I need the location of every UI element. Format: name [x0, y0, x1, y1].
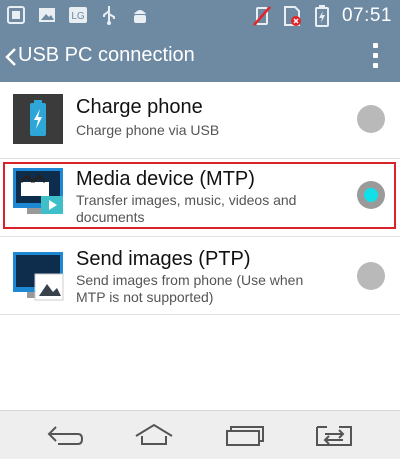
divider — [0, 158, 400, 159]
radio-send-images[interactable] — [357, 262, 385, 290]
status-bar: LG 07:51 — [0, 0, 400, 32]
notification-icons: LG — [6, 6, 150, 25]
option-subtitle: Charge phone via USB — [76, 122, 220, 138]
usb-icon — [99, 6, 119, 25]
notification-square-icon — [6, 6, 26, 24]
overflow-menu-icon[interactable] — [372, 43, 380, 71]
send-images-icon — [13, 250, 64, 301]
navigation-bar — [0, 410, 400, 459]
back-button-icon[interactable] — [42, 419, 86, 451]
no-sim-icon — [282, 6, 302, 26]
back-chevron-icon[interactable] — [4, 46, 18, 68]
lg-icon: LG — [68, 6, 88, 24]
selection-highlight-box — [3, 162, 396, 229]
home-button-icon[interactable] — [132, 419, 176, 451]
mute-icon — [252, 6, 272, 26]
battery-charging-icon — [312, 5, 332, 27]
option-send-images[interactable]: Send images (PTP) Send images from phone… — [0, 238, 400, 316]
lg-icon-label: LG — [71, 11, 85, 22]
option-charge-phone[interactable]: Charge phone Charge phone via USB — [0, 82, 400, 160]
divider — [0, 236, 400, 237]
action-bar: USB PC connection — [0, 32, 400, 82]
charge-phone-icon — [13, 94, 63, 144]
dual-window-button-icon[interactable] — [312, 419, 356, 451]
page-title: USB PC connection — [18, 44, 195, 66]
clock: 07:51 — [341, 5, 392, 26]
android-debug-icon — [130, 6, 150, 24]
option-title: Charge phone — [76, 96, 203, 118]
system-status: 07:51 — [252, 5, 392, 27]
divider — [0, 314, 400, 315]
option-title: Send images (PTP) — [76, 248, 251, 270]
radio-charge-phone[interactable] — [357, 105, 385, 133]
option-subtitle: Send images from phone (Use when MTP is … — [76, 272, 304, 305]
image-icon — [37, 6, 57, 24]
recent-apps-button-icon[interactable] — [222, 419, 266, 451]
